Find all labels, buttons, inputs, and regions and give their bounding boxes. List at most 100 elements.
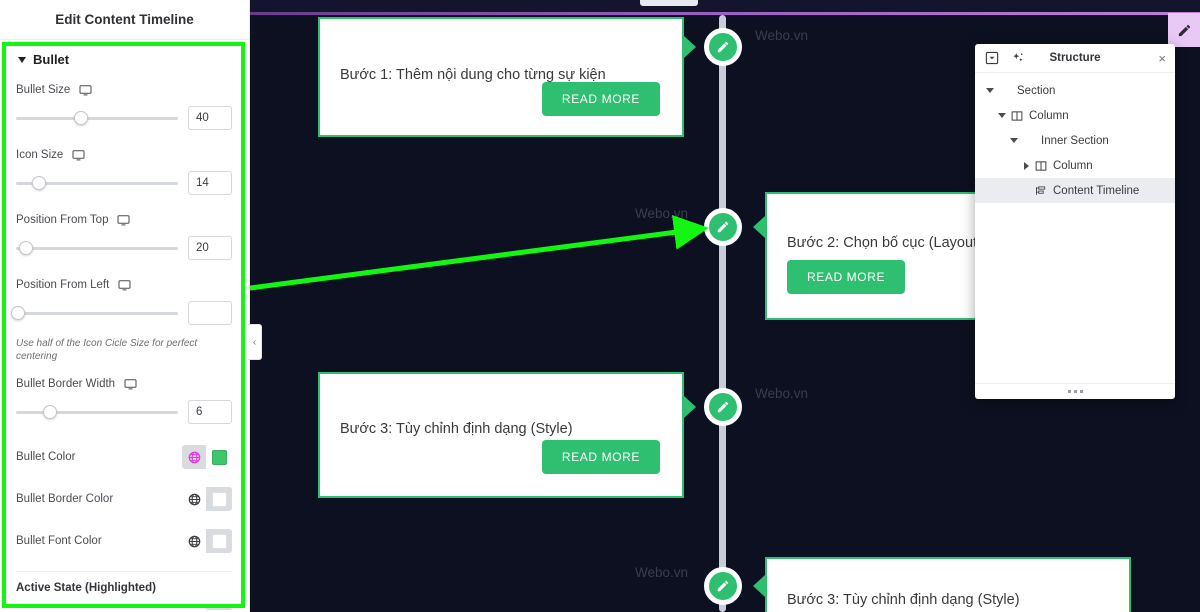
- desktop-icon[interactable]: [124, 378, 137, 390]
- watermark: Webo.vn: [755, 28, 809, 43]
- control-label: Bullet Size: [16, 84, 71, 96]
- pencil-icon: [717, 41, 729, 53]
- page-title: Edit Content Timeline: [55, 12, 194, 27]
- control-position-from-left: Position From Left: [10, 272, 232, 335]
- timeline-bullet[interactable]: [704, 28, 742, 66]
- control-bullet-border-color: Bullet Border Color: [16, 478, 232, 520]
- tree-item-column-inner[interactable]: Column: [975, 153, 1175, 178]
- globe-icon[interactable]: [182, 445, 206, 469]
- watermark: Webo.vn: [635, 206, 689, 221]
- slider-knob[interactable]: [73, 111, 88, 125]
- color-control[interactable]: [182, 487, 232, 511]
- canvas-purple-rule: [250, 12, 1200, 15]
- control-label: Icon Size: [16, 149, 64, 161]
- control-label: Position From Top: [16, 214, 109, 226]
- color-swatch[interactable]: [206, 529, 232, 553]
- value-input[interactable]: [188, 301, 232, 325]
- desktop-icon[interactable]: [79, 84, 92, 96]
- tree-item-label: Column: [1053, 159, 1093, 172]
- globe-icon[interactable]: [182, 529, 206, 553]
- structure-panel-title: Structure: [1049, 52, 1101, 64]
- value-input[interactable]: 40: [188, 106, 232, 130]
- control-label: Bullet Border Width: [16, 378, 116, 390]
- timeline-bullet[interactable]: [704, 567, 742, 605]
- color-control[interactable]: [182, 529, 232, 553]
- desktop-icon[interactable]: [72, 149, 85, 161]
- desktop-icon[interactable]: [117, 214, 130, 226]
- globe-icon[interactable]: [182, 607, 206, 610]
- control-label: Bullet Color: [16, 451, 76, 463]
- slider-knob[interactable]: [10, 306, 25, 320]
- control-label: Position From Left: [16, 279, 110, 291]
- color-control[interactable]: [182, 607, 232, 610]
- timeline-card[interactable]: Bước 1: Thêm nội dung cho từng sự kiện R…: [318, 17, 684, 137]
- collapse-all-icon[interactable]: [984, 50, 1000, 66]
- chevron-down-icon[interactable]: [1007, 138, 1021, 143]
- tree-item-section[interactable]: Section: [975, 78, 1175, 103]
- color-swatch[interactable]: [206, 445, 232, 469]
- chevron-down-icon[interactable]: [983, 88, 997, 93]
- slider-knob[interactable]: [31, 176, 46, 190]
- value-input[interactable]: 20: [188, 236, 232, 260]
- slider-track[interactable]: [16, 176, 178, 190]
- slider-row: 14: [16, 163, 232, 205]
- slider-knob[interactable]: [18, 241, 33, 255]
- tree-item-inner-section[interactable]: Inner Section: [975, 128, 1175, 153]
- control-label-row: Bullet Border Width: [16, 371, 232, 392]
- ai-sparkle-icon[interactable]: [1010, 50, 1026, 66]
- card-pointer-arrow: [753, 575, 765, 597]
- timeline-card[interactable]: Bước 3: Tùy chỉnh định dạng (Style) READ…: [318, 372, 684, 498]
- control-label: Bullet Border Color: [16, 493, 114, 505]
- slider-row: 40: [16, 98, 232, 140]
- pencil-icon: [717, 580, 729, 592]
- pencil-icon: [1178, 24, 1190, 36]
- canvas-top-strip: [250, 0, 1200, 12]
- read-more-button[interactable]: READ MORE: [787, 260, 906, 294]
- timeline-bullet[interactable]: [704, 208, 742, 246]
- color-swatch[interactable]: [206, 607, 232, 610]
- control-bullet-size: Bullet Size 40: [16, 77, 232, 140]
- slider-track[interactable]: [10, 306, 178, 320]
- value-input[interactable]: 6: [188, 400, 232, 424]
- control-bullet-font-color: Bullet Font Color: [16, 520, 232, 562]
- color-control[interactable]: [182, 445, 232, 469]
- canvas-top-pill-handle[interactable]: [640, 0, 698, 6]
- close-icon[interactable]: ×: [1158, 51, 1166, 66]
- watermark: Webo.vn: [635, 565, 689, 580]
- slider-track[interactable]: [16, 111, 178, 125]
- chevron-right-icon[interactable]: [1019, 161, 1033, 170]
- app-root: Webo.vn Webo.vn Webo.vn Webo.vn Bước 1: …: [0, 0, 1200, 612]
- control-label: Bullet Font Color: [16, 535, 102, 547]
- timeline-card-title: Bước 3: Tùy chỉnh định dạng (Style): [787, 592, 1020, 608]
- slider-track[interactable]: [16, 241, 178, 255]
- card-pointer-arrow: [753, 216, 765, 238]
- globe-icon[interactable]: [182, 487, 206, 511]
- read-more-button[interactable]: READ MORE: [541, 440, 660, 474]
- desktop-icon[interactable]: [118, 279, 131, 291]
- slider-track[interactable]: [16, 405, 178, 419]
- value-input[interactable]: 14: [188, 171, 232, 195]
- sidebar-collapse-handle[interactable]: ‹: [248, 324, 262, 360]
- structure-resize-grip[interactable]: [975, 383, 1175, 399]
- timeline-bullet[interactable]: [704, 388, 742, 426]
- color-swatch[interactable]: [206, 487, 232, 511]
- slider-knob[interactable]: [43, 405, 58, 419]
- tree-item-content-timeline[interactable]: Content Timeline: [975, 178, 1175, 203]
- structure-panel[interactable]: Structure × Section Column Inner Section: [975, 44, 1175, 399]
- chevron-down-icon[interactable]: [995, 113, 1009, 118]
- tree-item-column[interactable]: Column: [975, 103, 1175, 128]
- control-bullet-color: Bullet Color: [16, 436, 232, 478]
- pencil-icon: [717, 221, 729, 233]
- timeline-card[interactable]: Bước 3: Tùy chỉnh định dạng (Style): [765, 557, 1131, 612]
- timeline-vertical-line: [719, 15, 726, 612]
- edit-pencil-badge[interactable]: [1168, 13, 1200, 47]
- section-header-bullet[interactable]: Bullet: [16, 44, 232, 77]
- slider-row: [10, 293, 232, 335]
- tree-item-label: Inner Section: [1041, 134, 1109, 147]
- read-more-button[interactable]: READ MORE: [541, 82, 660, 116]
- timeline-card-title: Bước 1: Thêm nội dung cho từng sự kiện: [340, 67, 606, 83]
- slider-row: 20: [16, 228, 232, 270]
- settings-sidebar: Edit Content Timeline Bullet Bullet Size…: [0, 0, 250, 612]
- sidebar-header: Edit Content Timeline: [0, 0, 249, 40]
- timeline-card-title: Bước 3: Tùy chỉnh định dạng (Style): [340, 421, 573, 437]
